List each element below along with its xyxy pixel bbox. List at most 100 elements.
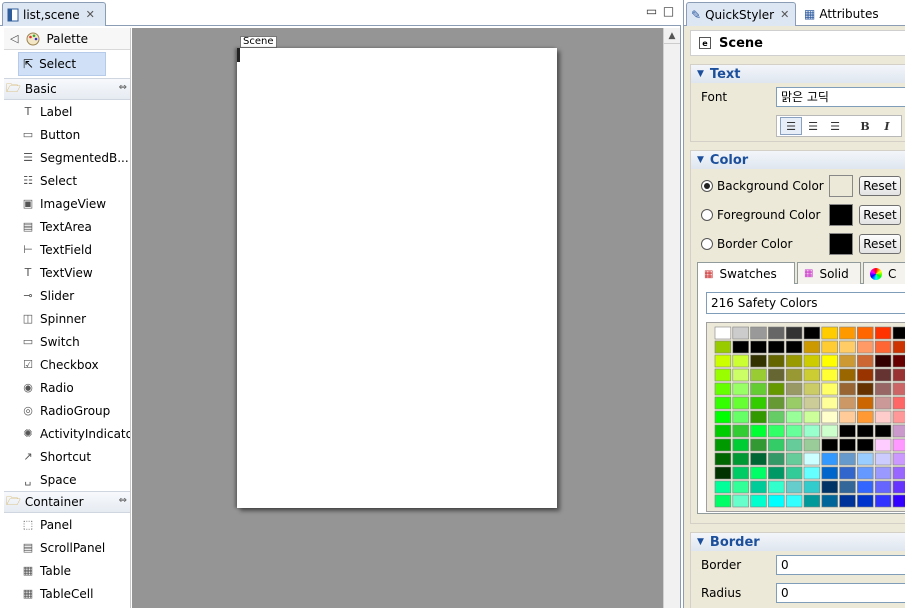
color-swatch-cell[interactable] bbox=[732, 340, 749, 354]
color-swatch-cell[interactable] bbox=[785, 354, 803, 368]
color-swatch-cell[interactable] bbox=[750, 382, 767, 396]
color-swatch-cell[interactable] bbox=[857, 396, 874, 410]
color-swatch-cell[interactable] bbox=[839, 452, 856, 466]
color-swatch-cell[interactable] bbox=[821, 326, 838, 340]
palette-item[interactable]: ▣ ImageView bbox=[4, 192, 130, 215]
color-swatch-cell[interactable] bbox=[750, 368, 767, 382]
color-swatch[interactable] bbox=[829, 203, 853, 226]
color-swatch-cell[interactable] bbox=[803, 438, 821, 452]
color-swatch-cell[interactable] bbox=[803, 382, 821, 396]
pin-icon[interactable]: ⇔ bbox=[119, 495, 127, 506]
palette-item[interactable]: ⊸ Slider bbox=[4, 284, 130, 307]
color-swatch-cell[interactable] bbox=[732, 480, 749, 494]
reset-button[interactable]: Reset bbox=[859, 175, 901, 196]
color-swatch-cell[interactable] bbox=[874, 480, 892, 494]
color-swatch-cell[interactable] bbox=[839, 354, 856, 368]
color-swatch-cell[interactable] bbox=[714, 480, 732, 494]
palette-item[interactable]: ▭ Button bbox=[4, 123, 130, 146]
palette-item[interactable]: ␣ Space bbox=[4, 468, 130, 491]
color-swatch-cell[interactable] bbox=[874, 410, 892, 424]
editor-tab-list-scene[interactable]: list,scene ✕ bbox=[2, 2, 106, 26]
palette-item[interactable]: ⬚ Panel bbox=[4, 513, 130, 536]
color-swatch-cell[interactable] bbox=[857, 452, 874, 466]
color-swatch-cell[interactable] bbox=[857, 410, 874, 424]
color-swatch-cell[interactable] bbox=[732, 438, 749, 452]
color-swatch-cell[interactable] bbox=[803, 494, 821, 508]
color-swatch-cell[interactable] bbox=[750, 340, 767, 354]
color-swatch-cell[interactable] bbox=[714, 438, 732, 452]
color-swatch-cell[interactable] bbox=[785, 368, 803, 382]
color-swatch-cell[interactable] bbox=[892, 340, 905, 354]
bold-button[interactable]: B bbox=[854, 117, 876, 135]
color-swatch-cell[interactable] bbox=[714, 452, 732, 466]
color-swatch-cell[interactable] bbox=[785, 424, 803, 438]
tab-attributes[interactable]: ▦ Attributes bbox=[800, 2, 900, 26]
color-swatch-cell[interactable] bbox=[839, 438, 856, 452]
color-swatch-cell[interactable] bbox=[892, 382, 905, 396]
color-swatch-cell[interactable] bbox=[732, 494, 749, 508]
color-swatch-cell[interactable] bbox=[874, 424, 892, 438]
color-swatch-cell[interactable] bbox=[821, 494, 838, 508]
color-swatch-cell[interactable] bbox=[768, 410, 785, 424]
color-swatch-cell[interactable] bbox=[750, 438, 767, 452]
color-swatch-cell[interactable] bbox=[892, 354, 905, 368]
color-swatch-cell[interactable] bbox=[892, 326, 905, 340]
color-swatch-cell[interactable] bbox=[839, 396, 856, 410]
color-swatch-cell[interactable] bbox=[750, 396, 767, 410]
color-swatch-cell[interactable] bbox=[785, 340, 803, 354]
color-swatch-cell[interactable] bbox=[768, 396, 785, 410]
color-swatch-cell[interactable] bbox=[750, 326, 767, 340]
color-swatch-cell[interactable] bbox=[892, 438, 905, 452]
palette-item[interactable]: ▦ Table bbox=[4, 559, 130, 582]
color-swatch-cell[interactable] bbox=[839, 326, 856, 340]
color-swatch-cell[interactable] bbox=[750, 410, 767, 424]
color-swatch-cell[interactable] bbox=[750, 452, 767, 466]
color-swatch-cell[interactable] bbox=[857, 424, 874, 438]
color-swatch-cell[interactable] bbox=[785, 410, 803, 424]
color-swatch-cell[interactable] bbox=[892, 368, 905, 382]
color-swatch-cell[interactable] bbox=[768, 452, 785, 466]
color-swatch-cell[interactable] bbox=[714, 382, 732, 396]
text-section-header[interactable]: ▼ Text bbox=[691, 65, 905, 83]
color-swatch-cell[interactable] bbox=[874, 354, 892, 368]
canvas-vertical-scrollbar[interactable]: ▲ bbox=[663, 28, 680, 608]
palette-item[interactable]: ▤ TextArea bbox=[4, 215, 130, 238]
scene-page[interactable] bbox=[237, 48, 557, 508]
color-swatch-cell[interactable] bbox=[732, 368, 749, 382]
italic-button[interactable]: I bbox=[876, 117, 898, 135]
color-swatch-cell[interactable] bbox=[892, 424, 905, 438]
palette-item[interactable]: T Label bbox=[4, 100, 130, 123]
color-swatch-cell[interactable] bbox=[785, 466, 803, 480]
color-swatch-cell[interactable] bbox=[874, 438, 892, 452]
color-swatch-cell[interactable] bbox=[750, 424, 767, 438]
color-swatch-cell[interactable] bbox=[857, 340, 874, 354]
palette-item[interactable]: T TextView bbox=[4, 261, 130, 284]
color-swatch-cell[interactable] bbox=[821, 466, 838, 480]
color-swatch-cell[interactable] bbox=[785, 396, 803, 410]
color-swatch-cell[interactable] bbox=[857, 494, 874, 508]
color-swatch-cell[interactable] bbox=[714, 466, 732, 480]
color-swatch-cell[interactable] bbox=[821, 354, 838, 368]
color-swatch-cell[interactable] bbox=[803, 354, 821, 368]
color-swatch-cell[interactable] bbox=[803, 340, 821, 354]
minimize-icon[interactable]: ▭ bbox=[645, 4, 658, 18]
palette-section-container[interactable]: 🗁 Container ⇔ bbox=[4, 491, 130, 513]
color-swatch-cell[interactable] bbox=[732, 382, 749, 396]
color-swatch[interactable] bbox=[829, 232, 853, 255]
palette-item[interactable]: ☑ Checkbox bbox=[4, 353, 130, 376]
color-swatch-cell[interactable] bbox=[874, 368, 892, 382]
color-swatch-cell[interactable] bbox=[839, 424, 856, 438]
color-swatch-cell[interactable] bbox=[750, 466, 767, 480]
color-swatch-cell[interactable] bbox=[785, 452, 803, 466]
color-swatch-cell[interactable] bbox=[857, 326, 874, 340]
pin-icon[interactable]: ⇔ bbox=[119, 82, 127, 93]
collapse-palette-icon[interactable]: ◁ bbox=[10, 32, 18, 45]
palette-item[interactable]: ◉ Radio bbox=[4, 376, 130, 399]
color-swatch-cell[interactable] bbox=[732, 410, 749, 424]
color-swatch-cell[interactable] bbox=[803, 452, 821, 466]
maximize-icon[interactable]: □ bbox=[662, 4, 675, 18]
palette-item[interactable]: ▭ Switch bbox=[4, 330, 130, 353]
border-section-header[interactable]: ▼ Border bbox=[691, 533, 905, 551]
color-swatch-cell[interactable] bbox=[821, 368, 838, 382]
color-swatch-cell[interactable] bbox=[857, 382, 874, 396]
